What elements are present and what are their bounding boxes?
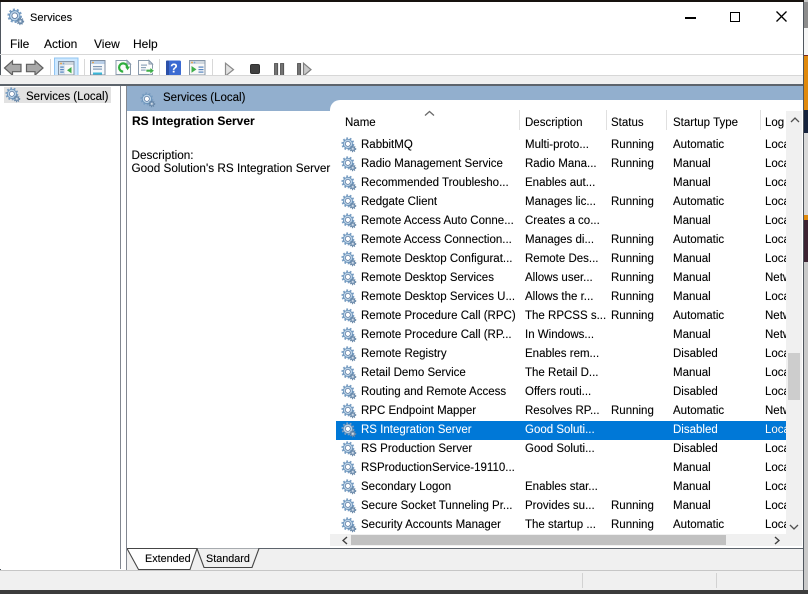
svg-text:?: ? (170, 61, 178, 75)
